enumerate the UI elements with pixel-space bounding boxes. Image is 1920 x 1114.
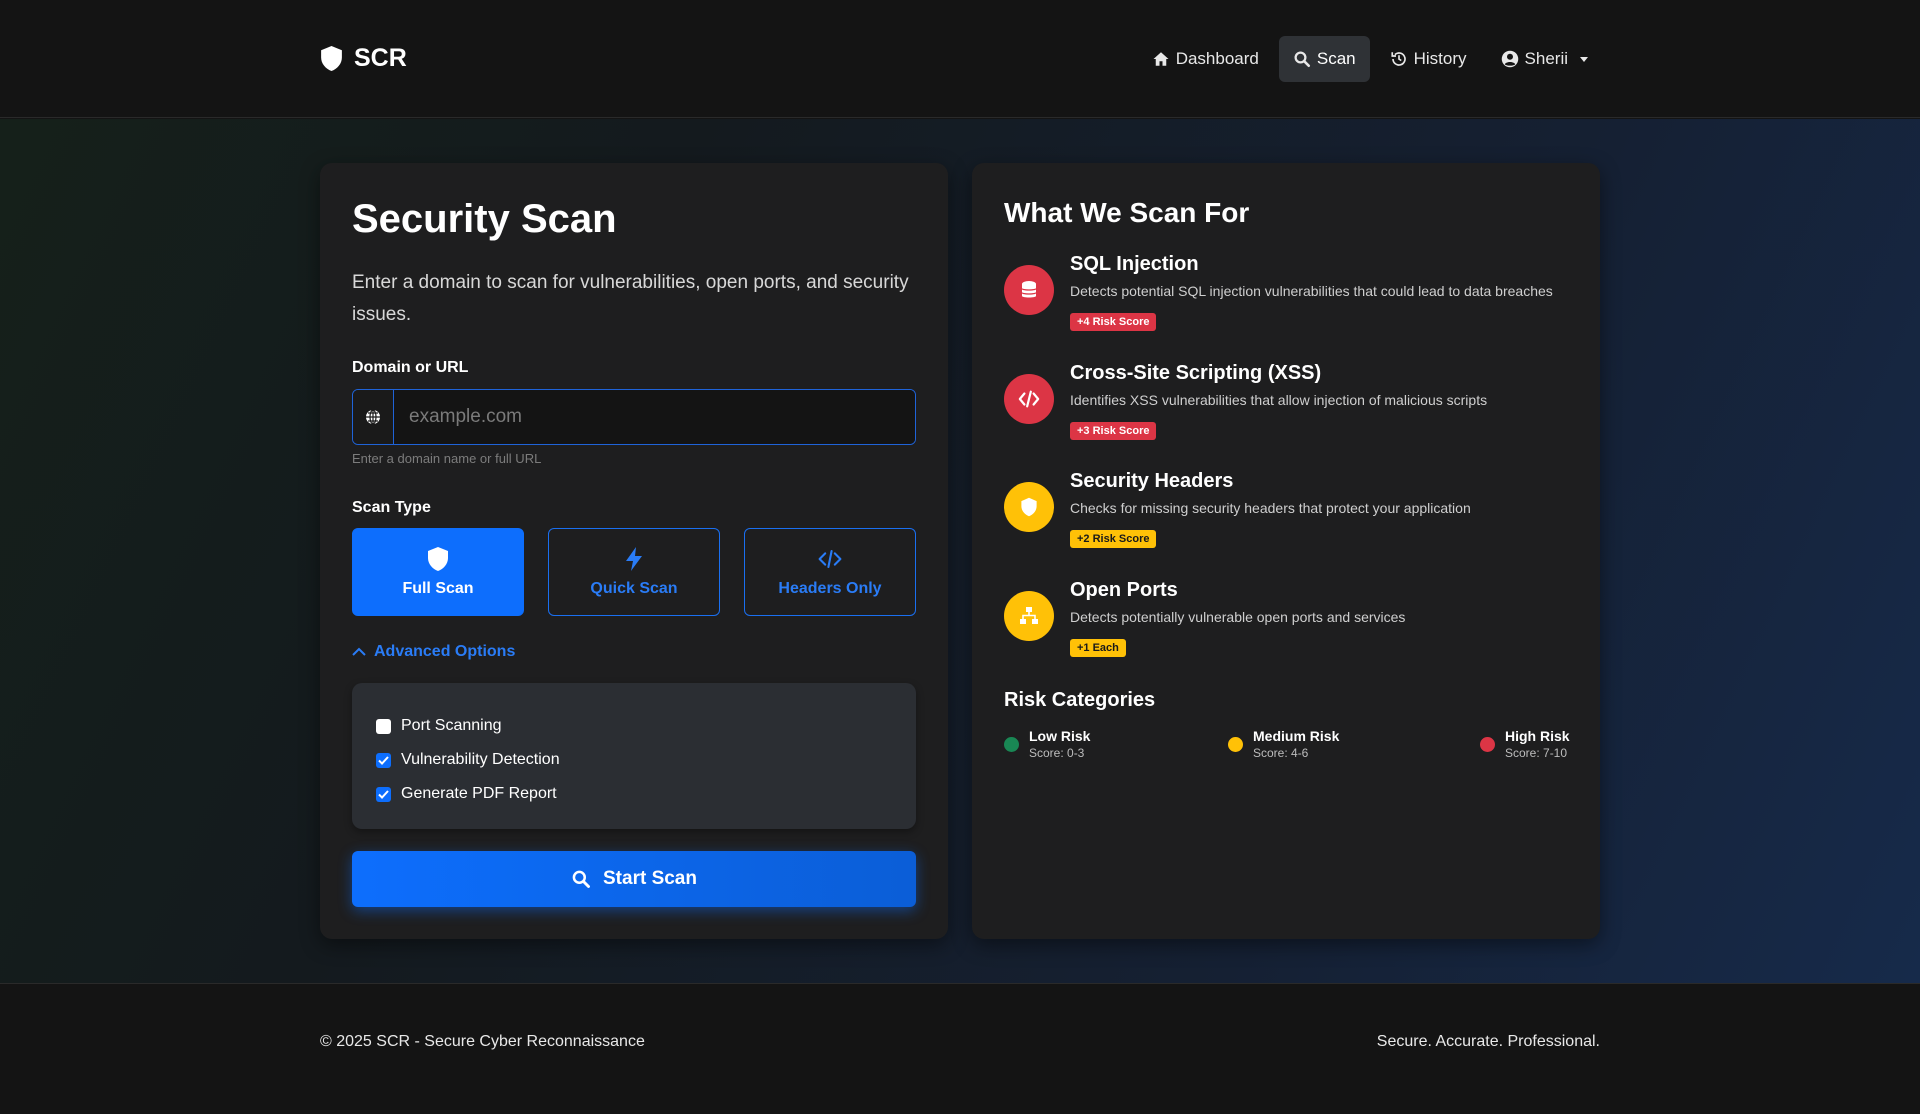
code-icon (1004, 374, 1054, 424)
footer-tagline: Secure. Accurate. Professional. (1376, 1033, 1600, 1050)
footer: © 2025 SCR - Secure Cyber Reconnaissance… (0, 983, 1920, 1114)
option-label: Generate PDF Report (401, 785, 557, 802)
code-icon (818, 549, 842, 569)
risk-name: Medium Risk (1253, 728, 1340, 744)
user-menu-dropdown[interactable]: Sherii (1487, 36, 1602, 82)
brand-name: SCR (354, 44, 407, 72)
advanced-options-toggle[interactable]: Advanced Options (352, 643, 515, 661)
risk-category-low: Low Risk Score: 0-3 (1004, 728, 1090, 760)
advanced-options-label: Advanced Options (374, 643, 516, 660)
advanced-options-panel: Port Scanning Vulnerability Detection Ge… (352, 683, 916, 829)
brand-logo[interactable]: SCR (319, 44, 407, 73)
status-dot (1004, 737, 1019, 752)
history-icon (1391, 52, 1406, 66)
scan-type-label: Scan Type (352, 499, 431, 516)
port-scanning-checkbox[interactable] (376, 718, 391, 734)
page-title: Security Scan (352, 197, 617, 241)
scan-item-desc: Detects potential SQL injection vulnerab… (1070, 283, 1553, 299)
user-circle-icon (1501, 50, 1518, 68)
check-icon (378, 789, 389, 799)
risk-score: Score: 7-10 (1505, 746, 1568, 760)
risk-score-badge: +1 Each (1070, 639, 1126, 657)
network-icon (1004, 591, 1054, 641)
nav-link-scan[interactable]: Scan (1278, 36, 1370, 82)
scan-item-desc: Identifies XSS vulnerabilities that allo… (1070, 392, 1488, 408)
bolt-icon (626, 547, 642, 571)
nav-link-label: Scan (1316, 49, 1356, 68)
start-scan-label: Start Scan (603, 868, 697, 889)
nav-link-history[interactable]: History (1376, 36, 1481, 82)
check-icon (378, 755, 389, 765)
start-scan-button[interactable]: Start Scan (352, 851, 916, 907)
option-port-scanning[interactable]: Port Scanning (376, 709, 892, 743)
risk-name: Low Risk (1029, 728, 1091, 744)
scan-type-label: Quick Scan (590, 580, 678, 597)
vulnerability-detection-checkbox[interactable] (376, 752, 391, 768)
database-icon (1004, 265, 1054, 315)
scan-item-title: SQL Injection (1070, 253, 1199, 275)
scan-type-label: Headers Only (778, 580, 882, 597)
domain-help-text: Enter a domain name or full URL (352, 451, 542, 466)
scan-type-group: Full Scan Quick Scan Headers Only (352, 528, 916, 616)
risk-score-badge: +4 Risk Score (1070, 313, 1157, 331)
scan-item-desc: Detects potentially vulnerable open port… (1070, 609, 1406, 625)
shield-icon (1004, 482, 1054, 532)
option-label: Port Scanning (401, 717, 502, 734)
scan-description: Enter a domain to scan for vulnerabiliti… (352, 272, 909, 325)
chevron-down-icon (1580, 56, 1588, 62)
shield-icon (321, 46, 342, 71)
headers-only-button[interactable]: Headers Only (744, 528, 916, 616)
nav-links: Dashboard Scan History Sherii (1138, 36, 1602, 82)
domain-input-group (352, 389, 916, 445)
option-vulnerability-detection[interactable]: Vulnerability Detection (376, 743, 892, 777)
scan-item-title: Open Ports (1070, 579, 1178, 601)
domain-label: Domain or URL (352, 359, 469, 376)
chevron-up-icon (352, 647, 366, 656)
risk-name: High Risk (1505, 728, 1570, 744)
status-dot (1228, 737, 1243, 752)
risk-categories-title: Risk Categories (1004, 689, 1156, 711)
risk-score-badge: +3 Risk Score (1070, 422, 1157, 440)
nav-link-dashboard[interactable]: Dashboard (1138, 36, 1273, 82)
risk-category-medium: Medium Risk Score: 4-6 (1228, 728, 1339, 760)
risk-score-badge: +2 Risk Score (1070, 530, 1157, 548)
home-icon (1153, 52, 1169, 66)
status-dot (1480, 737, 1495, 752)
shield-icon (428, 547, 448, 571)
risk-category-high: High Risk Score: 7-10 (1480, 728, 1570, 760)
full-scan-button[interactable]: Full Scan (352, 528, 524, 616)
domain-input[interactable] (394, 390, 915, 444)
nav-link-label: History (1413, 49, 1467, 68)
option-label: Vulnerability Detection (401, 751, 560, 768)
footer-copyright: © 2025 SCR - Secure Cyber Reconnaissance (320, 1033, 645, 1050)
nav-link-label: Dashboard (1175, 49, 1259, 68)
scan-item-desc: Checks for missing security headers that… (1070, 500, 1471, 516)
quick-scan-button[interactable]: Quick Scan (548, 528, 720, 616)
scan-type-label: Full Scan (402, 580, 474, 597)
what-we-scan-title: What We Scan For (1004, 197, 1250, 228)
option-generate-pdf[interactable]: Generate PDF Report (376, 777, 892, 811)
scan-form-card: Security Scan Enter a domain to scan for… (320, 163, 948, 939)
what-we-scan-card: What We Scan For SQL Injection Detects p… (972, 163, 1600, 939)
risk-score: Score: 0-3 (1029, 746, 1085, 760)
user-name: Sherii (1524, 49, 1568, 68)
generate-pdf-checkbox[interactable] (376, 786, 391, 802)
search-icon (572, 870, 590, 888)
scan-item-title: Security Headers (1070, 470, 1234, 492)
navbar: SCR Dashboard Scan History Sherii (0, 0, 1920, 118)
search-icon (1294, 51, 1310, 68)
globe-icon (353, 390, 394, 444)
scan-item-title: Cross-Site Scripting (XSS) (1070, 362, 1322, 384)
main-background (0, 119, 1920, 983)
risk-score: Score: 4-6 (1253, 746, 1309, 760)
